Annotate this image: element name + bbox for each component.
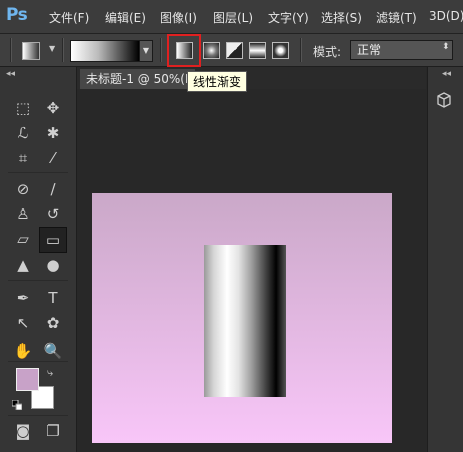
gradient-dropdown-button[interactable]: ▼ [139, 40, 153, 62]
menu-type[interactable]: 文字(Y) [268, 9, 309, 26]
menu-layer[interactable]: 图层(L) [213, 9, 253, 26]
history-brush-tool-icon[interactable]: ↺ [41, 203, 65, 225]
gradient-tool-icon[interactable]: ▭ [39, 227, 67, 253]
menu-edit[interactable]: 编辑(E) [105, 9, 146, 26]
brush-tool-icon[interactable]: ∕ [41, 178, 65, 200]
angle-gradient-button[interactable] [226, 42, 243, 59]
lasso-tool-icon[interactable]: ℒ [11, 122, 35, 144]
magic-wand-tool-icon[interactable]: ✱ [41, 122, 65, 144]
chevron-down-icon[interactable]: ▼ [49, 44, 55, 53]
dodge-tool-icon[interactable]: ● [41, 254, 65, 276]
radial-gradient-button[interactable] [203, 42, 220, 59]
screen-mode-icon[interactable]: ❐ [41, 420, 65, 442]
foreground-color-swatch[interactable] [16, 368, 39, 391]
collapse-icon[interactable]: ◂◂ [442, 69, 451, 79]
healing-brush-tool-icon[interactable]: ⊘ [11, 178, 35, 200]
clone-stamp-tool-icon[interactable]: ♙ [11, 203, 35, 225]
rect-marquee-tool-icon[interactable]: ⬚ [11, 97, 35, 119]
mode-label: 模式: [313, 45, 342, 59]
menu-select[interactable]: 选择(S) [321, 9, 362, 26]
blur-tool-icon[interactable]: ▲ [11, 254, 35, 276]
menu-3d[interactable]: 3D(D) [429, 9, 463, 23]
crop-tool-icon[interactable]: ⌗ [11, 147, 35, 169]
gradient-shape [204, 245, 286, 397]
menu-image[interactable]: 图像(I) [160, 9, 197, 26]
custom-shape-tool-icon[interactable]: ✿ [41, 312, 65, 334]
tooltip: 线性渐变 [187, 71, 248, 92]
linear-gradient-button[interactable] [176, 42, 193, 59]
reflected-gradient-button[interactable] [249, 42, 266, 59]
updown-arrow-icon: ⬍ [442, 42, 450, 52]
pen-tool-icon[interactable]: ✒ [11, 287, 35, 309]
eraser-tool-icon[interactable]: ▱ [11, 228, 35, 250]
gradient-editor-swatch[interactable] [70, 40, 140, 62]
zoom-tool-icon[interactable]: 🔍 [41, 340, 65, 362]
move-tool-icon[interactable]: ✥ [41, 97, 65, 119]
swap-colors-icon[interactable]: ⤷ [47, 366, 53, 380]
default-colors-icon[interactable] [12, 400, 22, 410]
tool-preset-picker[interactable] [22, 42, 40, 60]
menu-file[interactable]: 文件(F) [49, 9, 89, 26]
right-panel-dock [427, 67, 463, 452]
blend-mode-select[interactable]: 正常 [350, 40, 453, 60]
quick-mask-icon[interactable]: ◙ [11, 420, 35, 442]
photoshop-logo[interactable]: Ps [6, 5, 28, 25]
type-tool-icon[interactable]: T [41, 287, 65, 309]
3d-cube-icon[interactable] [436, 92, 452, 108]
path-selection-tool-icon[interactable]: ↖ [11, 312, 35, 334]
eyedropper-tool-icon[interactable]: ⁄ [41, 147, 65, 169]
diamond-gradient-button[interactable] [272, 42, 289, 59]
document-tab[interactable]: 未标题-1 @ 50%(R [80, 69, 195, 89]
hand-tool-icon[interactable]: ✋ [11, 340, 35, 362]
collapse-icon[interactable]: ◂◂ [6, 69, 15, 79]
menu-filter[interactable]: 滤镜(T) [376, 9, 417, 26]
